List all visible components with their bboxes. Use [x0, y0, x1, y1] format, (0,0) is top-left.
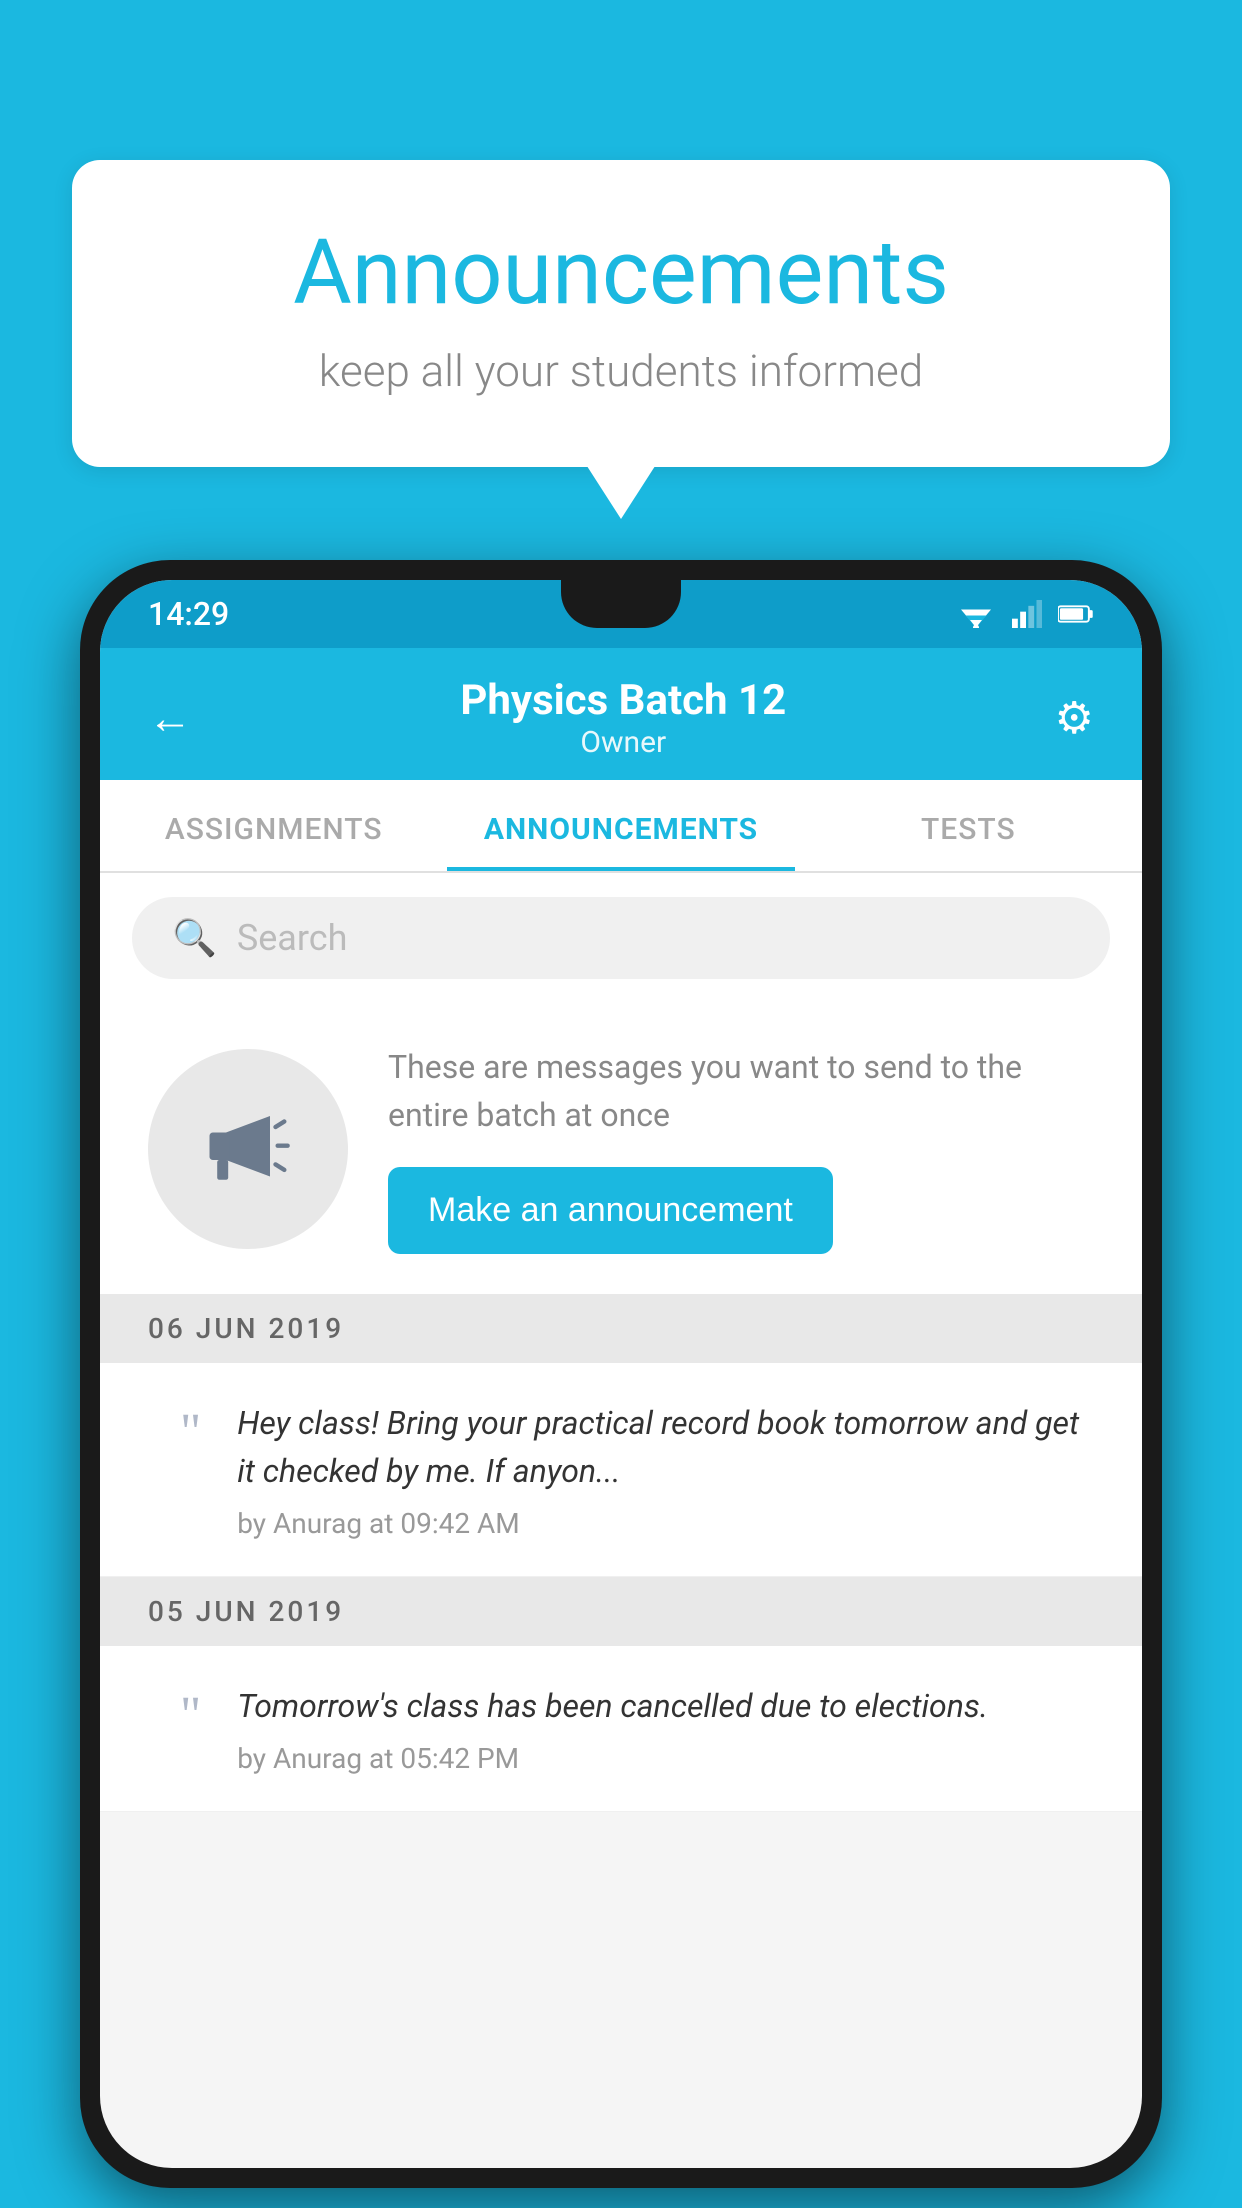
- status-bar: 14:29: [100, 580, 1142, 648]
- battery-icon: [1058, 600, 1094, 628]
- search-bar[interactable]: 🔍 Search: [132, 897, 1110, 979]
- announcement-item-2: " Tomorrow's class has been cancelled du…: [100, 1646, 1142, 1812]
- announcement-icon-circle: [148, 1049, 348, 1249]
- announcement-description: These are messages you want to send to t…: [388, 1043, 1094, 1139]
- announcement-text-1: Hey class! Bring your practical record b…: [237, 1399, 1094, 1495]
- app-header: ← Physics Batch 12 Owner ⚙: [100, 648, 1142, 780]
- header-title: Physics Batch 12: [192, 676, 1055, 725]
- signal-icon: [1010, 600, 1042, 628]
- announcement-text-2: Tomorrow's class has been cancelled due …: [237, 1682, 1094, 1730]
- announcement-content-2: Tomorrow's class has been cancelled due …: [237, 1682, 1094, 1775]
- header-title-container: Physics Batch 12 Owner: [192, 676, 1055, 760]
- search-container: 🔍 Search: [100, 873, 1142, 1003]
- date-header-1: 06 JUN 2019: [100, 1294, 1142, 1363]
- phone-screen: 14:29: [100, 580, 1142, 2168]
- announcement-prompt: These are messages you want to send to t…: [100, 1003, 1142, 1294]
- date-header-2: 05 JUN 2019: [100, 1577, 1142, 1646]
- status-time: 14:29: [148, 595, 229, 633]
- announcement-author-1: by Anurag at 09:42 AM: [237, 1507, 1094, 1540]
- megaphone-icon: [193, 1094, 303, 1204]
- tab-tests[interactable]: TESTS: [795, 780, 1142, 871]
- tabs-container: ASSIGNMENTS ANNOUNCEMENTS TESTS: [100, 780, 1142, 873]
- search-placeholder: Search: [237, 917, 348, 959]
- speech-bubble-subtitle: keep all your students informed: [152, 345, 1090, 397]
- announcement-author-2: by Anurag at 05:42 PM: [237, 1742, 1094, 1775]
- quote-icon-1: ": [180, 1407, 201, 1459]
- announcement-right: These are messages you want to send to t…: [388, 1043, 1094, 1254]
- tab-announcements[interactable]: ANNOUNCEMENTS: [447, 780, 794, 871]
- header-subtitle: Owner: [192, 725, 1055, 760]
- speech-bubble: Announcements keep all your students inf…: [72, 160, 1170, 467]
- announcement-content-1: Hey class! Bring your practical record b…: [237, 1399, 1094, 1540]
- back-button[interactable]: ←: [148, 692, 192, 744]
- wifi-icon: [958, 600, 994, 628]
- tab-assignments[interactable]: ASSIGNMENTS: [100, 780, 447, 871]
- notch: [561, 580, 681, 628]
- make-announcement-button[interactable]: Make an announcement: [388, 1167, 833, 1254]
- status-icons: [958, 600, 1094, 628]
- speech-bubble-title: Announcements: [152, 220, 1090, 325]
- announcement-item-1: " Hey class! Bring your practical record…: [100, 1363, 1142, 1577]
- settings-button[interactable]: ⚙: [1055, 692, 1094, 744]
- speech-bubble-section: Announcements keep all your students inf…: [72, 160, 1170, 467]
- quote-icon-2: ": [180, 1690, 201, 1742]
- phone-frame: 14:29: [80, 560, 1162, 2188]
- search-icon: 🔍: [172, 917, 217, 959]
